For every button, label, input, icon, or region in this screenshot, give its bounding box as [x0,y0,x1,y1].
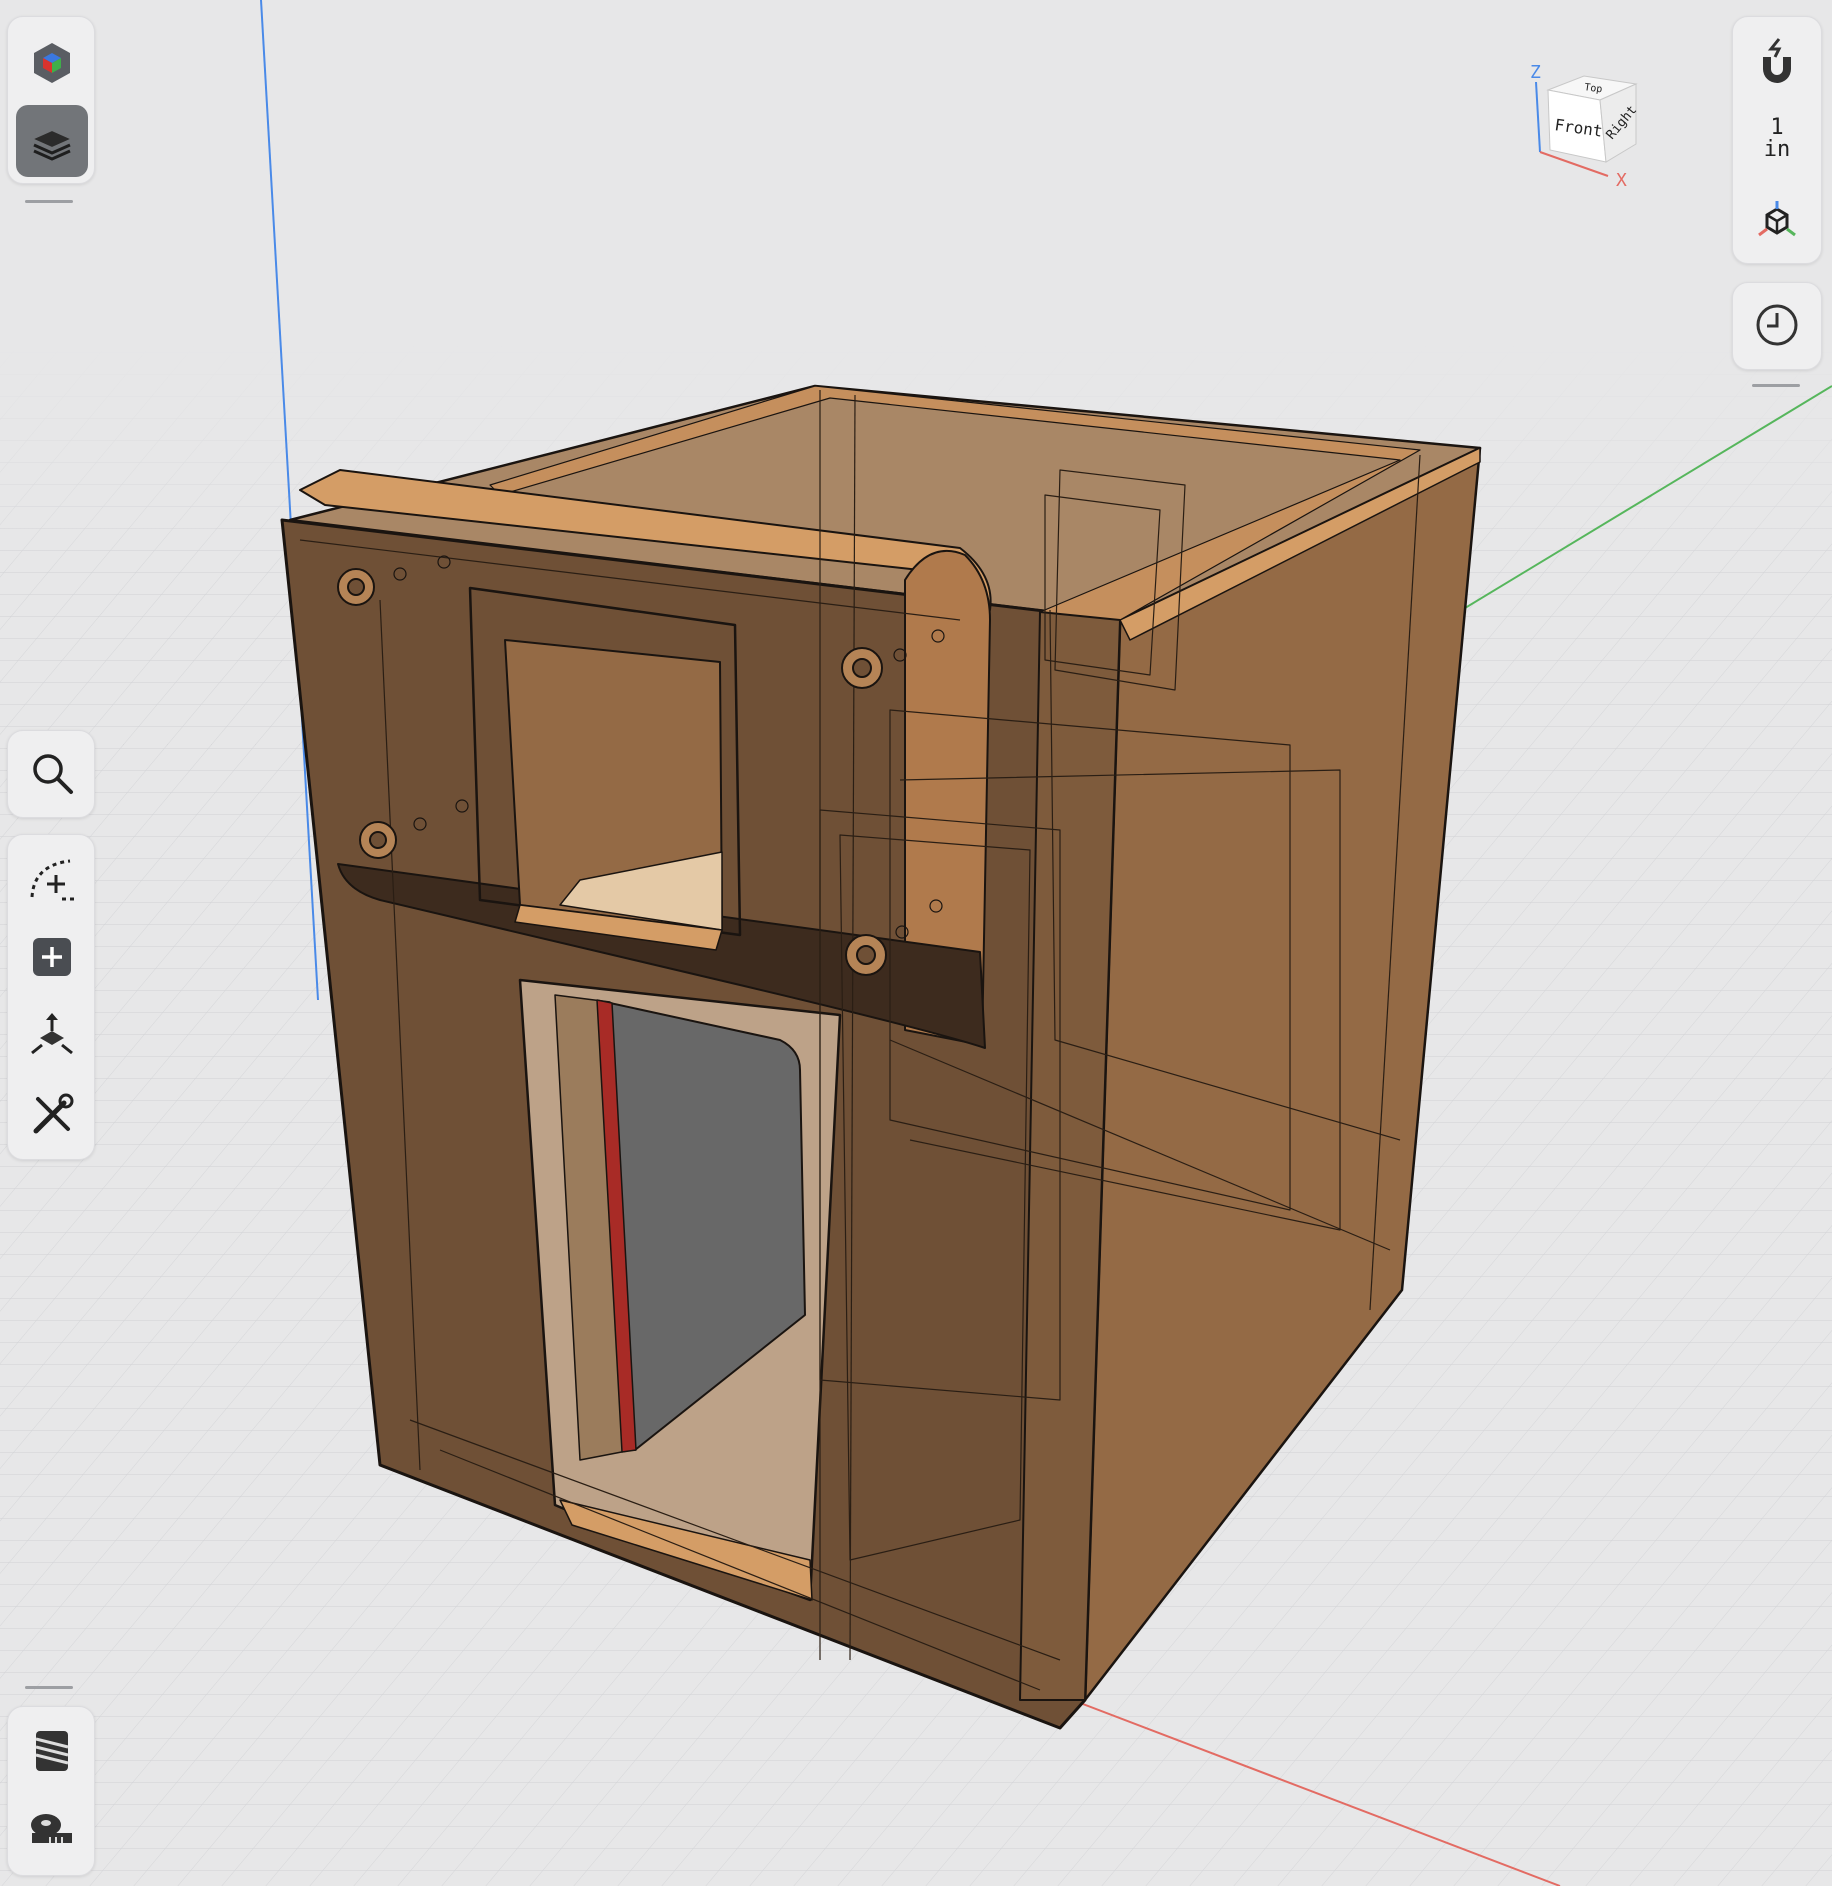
projection-button[interactable] [1741,185,1813,257]
view-cube[interactable]: Z X Top Front Right [1520,58,1650,198]
tape-measure-icon [31,1814,72,1843]
right-toolbar-top: 1 in [1732,16,1822,264]
view-cube-z-label: Z [1530,62,1541,83]
projection-cube-icon [1758,201,1796,237]
scale-value: 1 [1770,115,1784,140]
left-toolbar-bottom [7,1706,95,1876]
left-toolbar-search [7,730,95,818]
view-cube-x-label: X [1616,170,1627,191]
transform-button[interactable] [16,1001,88,1073]
appearance-button[interactable] [16,27,88,99]
add-square-icon [33,938,71,976]
left-divider-bottom [25,1686,73,1689]
scale-unit: in [1763,137,1791,162]
left-divider-top [25,200,73,203]
sketch-arc-icon [30,859,74,901]
view-cube-z-axis [1535,81,1541,153]
thread-icon [35,1731,69,1771]
left-toolbar-top [7,16,95,184]
layers-button[interactable] [16,105,88,177]
right-toolbar-history [1732,282,1822,370]
color-cube-icon [34,43,70,83]
measure-button[interactable] [16,1795,88,1867]
left-toolbar-tools [7,834,95,1160]
layers-icon [33,131,71,161]
scale-readout[interactable]: 1 in [1733,117,1821,177]
sketch-button[interactable] [16,843,88,915]
history-clock-icon [1756,304,1798,346]
wrench-screwdriver-icon [33,1093,74,1134]
search-button[interactable] [16,737,88,809]
thread-button[interactable] [16,1715,88,1787]
3d-viewport[interactable] [0,0,1832,1886]
add-button[interactable] [16,921,88,993]
tools-button[interactable] [16,1079,88,1151]
right-divider [1752,384,1800,387]
transform-move-icon [31,1013,73,1055]
magnet-snap-icon [1763,38,1791,83]
history-button[interactable] [1741,289,1813,361]
snap-button[interactable] [1741,27,1813,99]
search-icon [33,754,73,794]
